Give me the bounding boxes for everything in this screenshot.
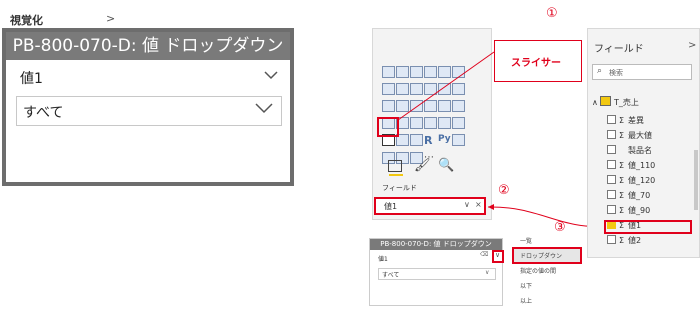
menu-item[interactable]: ドロップダウン: [520, 251, 562, 260]
eraser-icon[interactable]: ⌫: [480, 251, 488, 258]
field-item[interactable]: Σ 値2: [607, 235, 641, 246]
menu-item[interactable]: 以上: [520, 296, 532, 305]
field-item-label: 最大値: [628, 131, 652, 140]
fields-search-input[interactable]: ⌕ 検索: [592, 64, 692, 80]
field-item-label: 値_110: [628, 161, 656, 170]
callout-arrow: [397, 51, 495, 121]
small-slicer-field: 値1: [378, 256, 388, 263]
slicer-header-chevron-highlight[interactable]: ∨: [492, 250, 504, 263]
arrow-head: [488, 204, 494, 210]
annotation-number-2: ②: [498, 183, 510, 198]
field-item[interactable]: Σ 値_110: [607, 160, 655, 171]
field-item-label: 差異: [628, 116, 644, 125]
checkbox-icon[interactable]: [607, 130, 616, 139]
small-slicer-title: PB-800-070-D: 値 ドロップダウン: [370, 239, 502, 250]
table-name: T_売上: [613, 98, 639, 107]
sigma-icon: Σ: [619, 206, 625, 215]
field-item[interactable]: Σ 値_70: [607, 190, 650, 201]
field-item[interactable]: Σ 値_120: [607, 175, 655, 186]
menu-item[interactable]: 指定の値の間: [520, 266, 556, 275]
field-item[interactable]: Σ 最大値: [607, 130, 652, 141]
table-node[interactable]: ∧ T_売上: [592, 96, 639, 108]
fields-pane-title: フィールド: [594, 44, 644, 55]
checkbox-icon[interactable]: [607, 160, 616, 169]
sigma-icon: Σ: [619, 116, 625, 125]
sigma-icon: Σ: [619, 191, 625, 200]
checkbox-icon[interactable]: [607, 235, 616, 244]
field-checked-highlight: [604, 220, 692, 234]
field-item-label: 値_70: [628, 191, 651, 200]
checkbox-icon[interactable]: [607, 190, 616, 199]
sigma-icon: Σ: [619, 161, 625, 170]
annotation-number-3: ③: [554, 220, 566, 235]
search-icon: ⌕: [597, 66, 603, 76]
fields-scrollbar[interactable]: [694, 150, 698, 210]
menu-item[interactable]: 以下: [520, 281, 532, 290]
sigma-icon: Σ: [619, 176, 625, 185]
field-item-label: 製品名: [628, 146, 652, 155]
checkbox-icon[interactable]: [607, 145, 616, 154]
small-dropdown-value: すべて: [382, 272, 400, 279]
sigma-icon: Σ: [619, 131, 625, 140]
field-item-label: 値2: [628, 236, 642, 245]
checkbox-icon[interactable]: [607, 175, 616, 184]
field-item[interactable]: Σ 差異: [607, 115, 644, 126]
checkbox-icon[interactable]: [607, 205, 616, 214]
field-item[interactable]: 製品名: [607, 145, 652, 156]
field-item-label: 値_120: [628, 176, 656, 185]
checkbox-icon[interactable]: [607, 115, 616, 124]
chevron-down-icon[interactable]: ∧: [592, 98, 598, 107]
chevron-down-icon[interactable]: ∨: [485, 269, 489, 276]
small-slicer-dropdown[interactable]: すべて ∨: [378, 268, 496, 280]
sigma-icon: Σ: [619, 236, 625, 245]
chevron-down-icon[interactable]: ∨: [495, 251, 500, 259]
chevron-right-icon[interactable]: >: [688, 40, 696, 51]
search-placeholder: 検索: [609, 69, 623, 77]
field-item[interactable]: Σ 値_90: [607, 205, 650, 216]
menu-item[interactable]: 一覧: [520, 236, 532, 245]
field-item-label: 値_90: [628, 206, 651, 215]
slicer-small: PB-800-070-D: 値 ドロップダウン 値1 ⌫ すべて ∨: [369, 238, 503, 306]
table-icon: [600, 96, 612, 106]
